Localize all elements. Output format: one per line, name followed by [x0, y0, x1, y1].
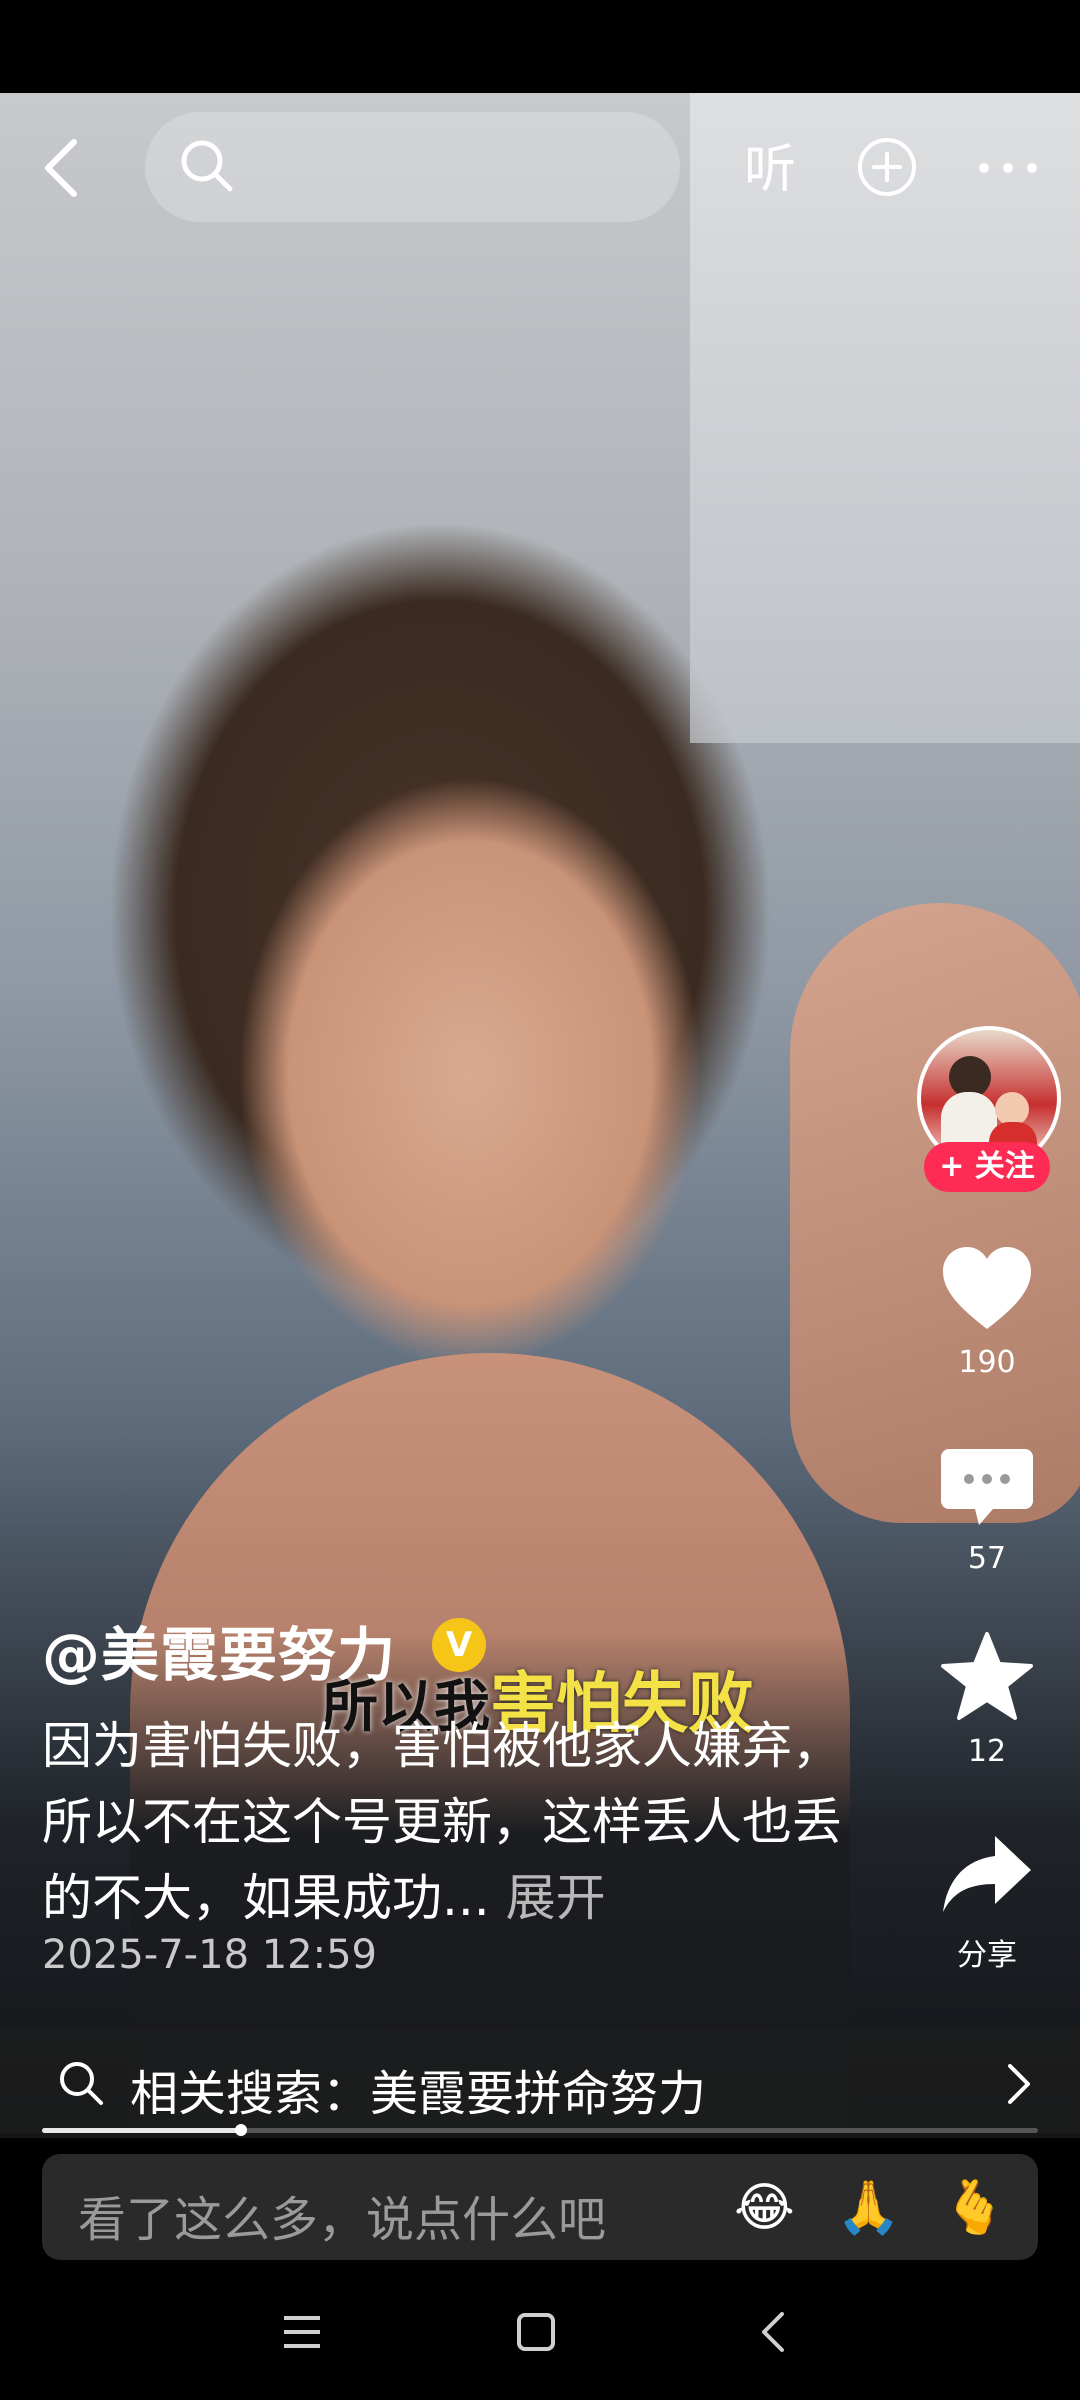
- favorite-button[interactable]: 12: [930, 1630, 1044, 1769]
- related-search-label: 相关搜索：美霞要拼命努力: [130, 2066, 707, 2122]
- back-chevron-icon: [762, 2312, 784, 2352]
- like-button[interactable]: 190: [930, 1245, 1044, 1380]
- follow-button[interactable]: + 关注: [924, 1142, 1050, 1192]
- heart-icon: [943, 1247, 1031, 1329]
- post-date: 2025-7-18 12:59: [42, 1932, 377, 1978]
- comment-bubble-icon: [941, 1449, 1033, 1525]
- video-subject-hand: [790, 903, 1080, 1523]
- search-bar[interactable]: [145, 112, 680, 222]
- video-progress-bar[interactable]: [42, 2124, 1038, 2136]
- finger-heart-emoji-button[interactable]: 🫰: [942, 2180, 1007, 2236]
- menu-icon: [284, 2316, 320, 2348]
- favorite-count: 12: [967, 1734, 1007, 1769]
- nav-home-button[interactable]: [514, 2310, 558, 2358]
- nav-back-button[interactable]: [752, 2310, 796, 2358]
- more-options-button[interactable]: [975, 155, 1041, 181]
- laughing-emoji-button[interactable]: 😂: [734, 2180, 795, 2236]
- home-square-icon: [517, 2313, 555, 2351]
- share-button[interactable]: 分享: [930, 1830, 1044, 1974]
- pray-emoji-button[interactable]: 🙏: [836, 2180, 901, 2236]
- expand-link[interactable]: 展开: [506, 1869, 606, 1927]
- add-button[interactable]: [856, 136, 918, 198]
- caption-text: 因为害怕失败，害怕被他家人嫌弃，所以不在这个号更新，这样丢人也丢的不大，如果成功…: [42, 1717, 842, 1927]
- back-button[interactable]: [34, 128, 90, 208]
- plus-circle-icon: [858, 138, 916, 196]
- system-nav-bar: [0, 2268, 1080, 2400]
- search-icon: [60, 2062, 103, 2105]
- comment-button[interactable]: 57: [930, 1445, 1044, 1576]
- share-label: 分享: [957, 1938, 1017, 1973]
- share-arrow-icon: [943, 1836, 1031, 1912]
- star-icon: [941, 1632, 1033, 1720]
- post-caption[interactable]: 因为害怕失败，害怕被他家人嫌弃，所以不在这个号更新，这样丢人也丢的不大，如果成功…: [42, 1708, 842, 1936]
- search-icon: [181, 140, 233, 192]
- nav-menu-button[interactable]: [280, 2310, 324, 2358]
- back-arrow-icon: [45, 139, 77, 197]
- comment-input[interactable]: 看了这么多，说点什么吧 😂 🙏 🫰: [42, 2154, 1038, 2260]
- listen-button[interactable]: 听: [735, 135, 805, 205]
- comment-placeholder: 看了这么多，说点什么吧: [78, 2192, 607, 2248]
- comment-count: 57: [967, 1541, 1007, 1576]
- like-count: 190: [958, 1345, 1016, 1380]
- chevron-right-icon: [1008, 2064, 1030, 2104]
- more-dots-icon: [979, 163, 1037, 173]
- progress-fill: [42, 2128, 242, 2133]
- related-search-bar[interactable]: 相关搜索：美霞要拼命努力: [0, 2028, 1080, 2138]
